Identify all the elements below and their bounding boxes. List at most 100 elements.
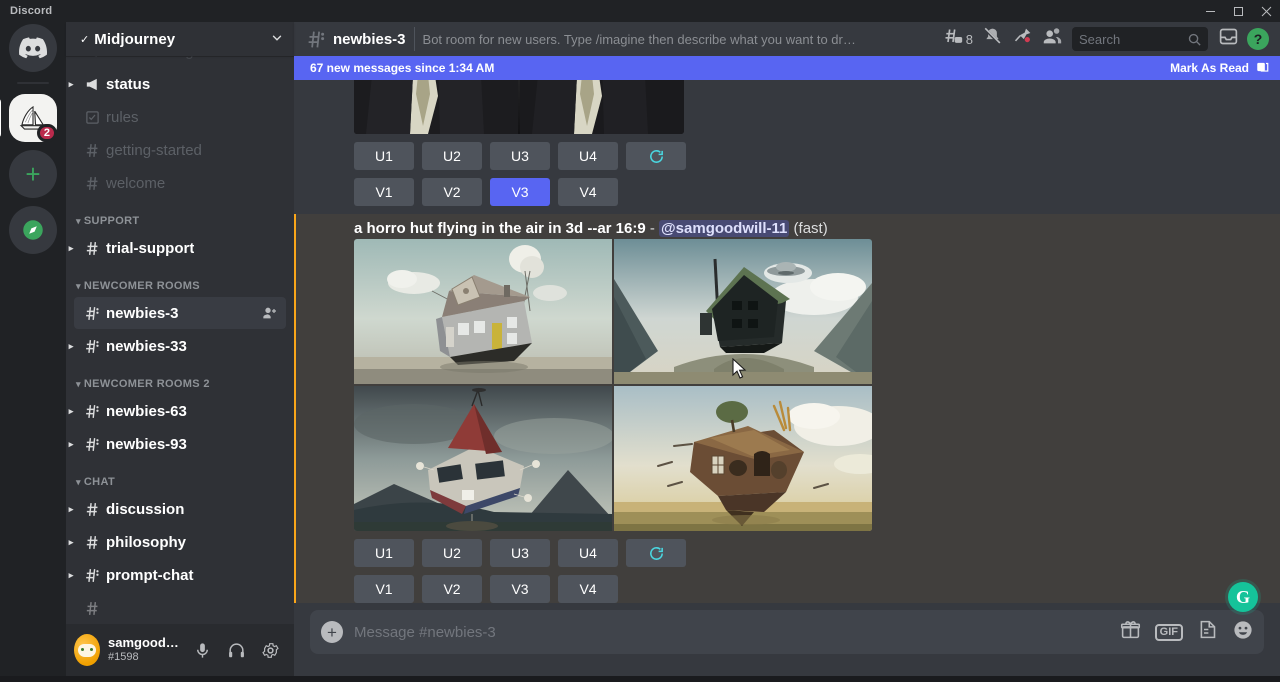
verified-check-icon: ✓ xyxy=(80,33,89,46)
close-button[interactable] xyxy=(1252,0,1280,22)
server-rail-item-add-server[interactable]: + xyxy=(9,150,57,198)
upscale-button-u4[interactable]: U4 xyxy=(558,539,618,567)
upscale-button-u2[interactable]: U2 xyxy=(422,539,482,567)
sidebar-channel-newbies-3[interactable]: newbies-3 xyxy=(74,297,286,329)
rail-divider xyxy=(17,82,49,84)
server-rail-item-discord-home[interactable] xyxy=(9,24,57,72)
channel-label: rules xyxy=(106,109,139,126)
guild-header[interactable]: ✓ Midjourney xyxy=(66,22,294,56)
reroll-button[interactable] xyxy=(626,142,686,170)
channel-label: getting-started xyxy=(106,142,202,159)
message-image-grid-current[interactable] xyxy=(354,239,872,531)
sticker-icon[interactable] xyxy=(1197,619,1218,645)
channel-label: newbies-33 xyxy=(106,338,187,355)
generated-image-2[interactable] xyxy=(614,239,872,384)
variation-button-v1[interactable]: V1 xyxy=(354,178,414,206)
sidebar-channel-status[interactable]: ▸ status xyxy=(74,68,286,100)
message-prompt: a horro hut flying in the air in 3d --ar… xyxy=(354,220,646,237)
unread-count-text: 67 new messages since 1:34 AM xyxy=(310,61,494,75)
create-invite-icon[interactable] xyxy=(262,305,278,321)
minimize-button[interactable] xyxy=(1196,0,1224,22)
generated-image-1[interactable] xyxy=(354,239,612,384)
channel-topic[interactable]: Bot room for new users. Type /imagine th… xyxy=(423,32,863,47)
message-input[interactable]: Message #newbies-3 xyxy=(354,624,1120,641)
member-list-button[interactable] xyxy=(1038,25,1066,53)
grammarly-button[interactable]: G xyxy=(1228,582,1258,612)
grammarly-label: G xyxy=(1236,587,1250,608)
variation-button-v4[interactable]: V4 xyxy=(558,575,618,603)
headphones-icon[interactable] xyxy=(220,634,252,666)
sidebar-channel-partial-bottom[interactable] xyxy=(74,592,286,624)
sidebar-channel-philosophy[interactable]: ▸ philosophy xyxy=(74,526,286,558)
unread-arrow-icon: ▸ xyxy=(66,504,76,515)
message-list[interactable]: U1 U2 U3 U4 V1 V2 V3 V4 xyxy=(294,56,1280,610)
mention-user[interactable]: @samgoodwill-11 xyxy=(659,220,789,237)
search-icon xyxy=(1187,32,1202,47)
category-support[interactable]: ▾ SUPPORT xyxy=(66,199,294,231)
channel-label: philosophy xyxy=(106,534,186,551)
reroll-button[interactable] xyxy=(626,539,686,567)
help-button[interactable]: ? xyxy=(1244,25,1272,53)
sidebar-channel-discussion[interactable]: ▸ discussion xyxy=(74,493,286,525)
notification-settings-button[interactable] xyxy=(978,25,1006,53)
unread-messages-banner[interactable]: 67 new messages since 1:34 AM Mark As Re… xyxy=(294,56,1280,80)
hash-thread-icon xyxy=(82,305,102,322)
attach-button[interactable]: + xyxy=(310,610,354,654)
upscale-button-u1[interactable]: U1 xyxy=(354,142,414,170)
channel-label: newbies-63 xyxy=(106,403,187,420)
variation-button-v4[interactable]: V4 xyxy=(558,178,618,206)
microphone-icon[interactable] xyxy=(186,634,218,666)
variation-button-v3[interactable]: V3 xyxy=(490,575,550,603)
sidebar-channel-rules[interactable]: rules xyxy=(74,101,286,133)
gear-icon[interactable] xyxy=(254,634,286,666)
sidebar-channel-trial-support[interactable]: ▸ trial-support xyxy=(74,232,286,264)
sidebar-channel-prompt-chat[interactable]: ▸ prompt-chat xyxy=(74,559,286,591)
category-label: NEWCOMER ROOMS 2 xyxy=(84,378,210,390)
hash-thread-icon xyxy=(82,567,102,584)
gif-icon[interactable]: GIF xyxy=(1155,624,1183,641)
channel-list[interactable]: recent-changes ▸ status rules xyxy=(66,56,294,624)
server-rail-item-midjourney[interactable]: 2 xyxy=(9,94,57,142)
inbox-button[interactable] xyxy=(1214,25,1242,53)
channel-label: status xyxy=(106,76,150,93)
threads-button[interactable]: 8 xyxy=(940,25,976,53)
sidebar-channel-welcome[interactable]: welcome xyxy=(74,167,286,199)
upscale-button-u3[interactable]: U3 xyxy=(490,142,550,170)
emoji-icon[interactable] xyxy=(1232,619,1254,646)
category-newcomer-rooms-2[interactable]: ▾ NEWCOMER ROOMS 2 xyxy=(66,362,294,394)
upscale-button-u2[interactable]: U2 xyxy=(422,142,482,170)
unread-arrow-icon: ▸ xyxy=(66,341,76,352)
channel-label: newbies-3 xyxy=(106,305,179,322)
unread-arrow-icon: ▸ xyxy=(66,537,76,548)
message-mode-suffix: (fast) xyxy=(794,220,828,237)
avatar[interactable] xyxy=(74,634,100,666)
gift-icon[interactable] xyxy=(1120,619,1141,645)
upscale-button-u1[interactable]: U1 xyxy=(354,539,414,567)
megaphone-icon xyxy=(82,76,102,93)
active-server-pill xyxy=(0,98,1,138)
sidebar-channel-newbies-63[interactable]: ▸ newbies-63 xyxy=(74,395,286,427)
mark-as-read-button[interactable]: Mark As Read xyxy=(1170,60,1270,77)
sidebar-channel-newbies-93[interactable]: ▸ newbies-93 xyxy=(74,428,286,460)
upscale-button-u3[interactable]: U3 xyxy=(490,539,550,567)
search-input[interactable]: Search xyxy=(1072,27,1208,51)
maximize-button[interactable] xyxy=(1224,0,1252,22)
sidebar-channel-newbies-33[interactable]: ▸ newbies-33 xyxy=(74,330,286,362)
plus-icon: + xyxy=(321,621,343,643)
variation-button-v2[interactable]: V2 xyxy=(422,178,482,206)
pinned-messages-button[interactable] xyxy=(1008,25,1036,53)
message-composer[interactable]: + Message #newbies-3 GIF xyxy=(310,610,1264,654)
title-bar: Discord xyxy=(0,0,1280,22)
variation-button-v3[interactable]: V3 xyxy=(490,178,550,206)
sidebar-channel-recent-changes[interactable]: recent-changes xyxy=(74,56,286,67)
variation-button-v2[interactable]: V2 xyxy=(422,575,482,603)
generated-image-4[interactable] xyxy=(614,386,872,531)
category-chat[interactable]: ▾ CHAT xyxy=(66,460,294,492)
upscale-button-u4[interactable]: U4 xyxy=(558,142,618,170)
generated-image-3[interactable] xyxy=(354,386,612,531)
variation-button-v1[interactable]: V1 xyxy=(354,575,414,603)
category-newcomer-rooms[interactable]: ▾ NEWCOMER ROOMS xyxy=(66,264,294,296)
server-rail-item-explore[interactable] xyxy=(9,206,57,254)
search-placeholder: Search xyxy=(1079,32,1120,47)
sidebar-channel-getting-started[interactable]: getting-started xyxy=(74,134,286,166)
